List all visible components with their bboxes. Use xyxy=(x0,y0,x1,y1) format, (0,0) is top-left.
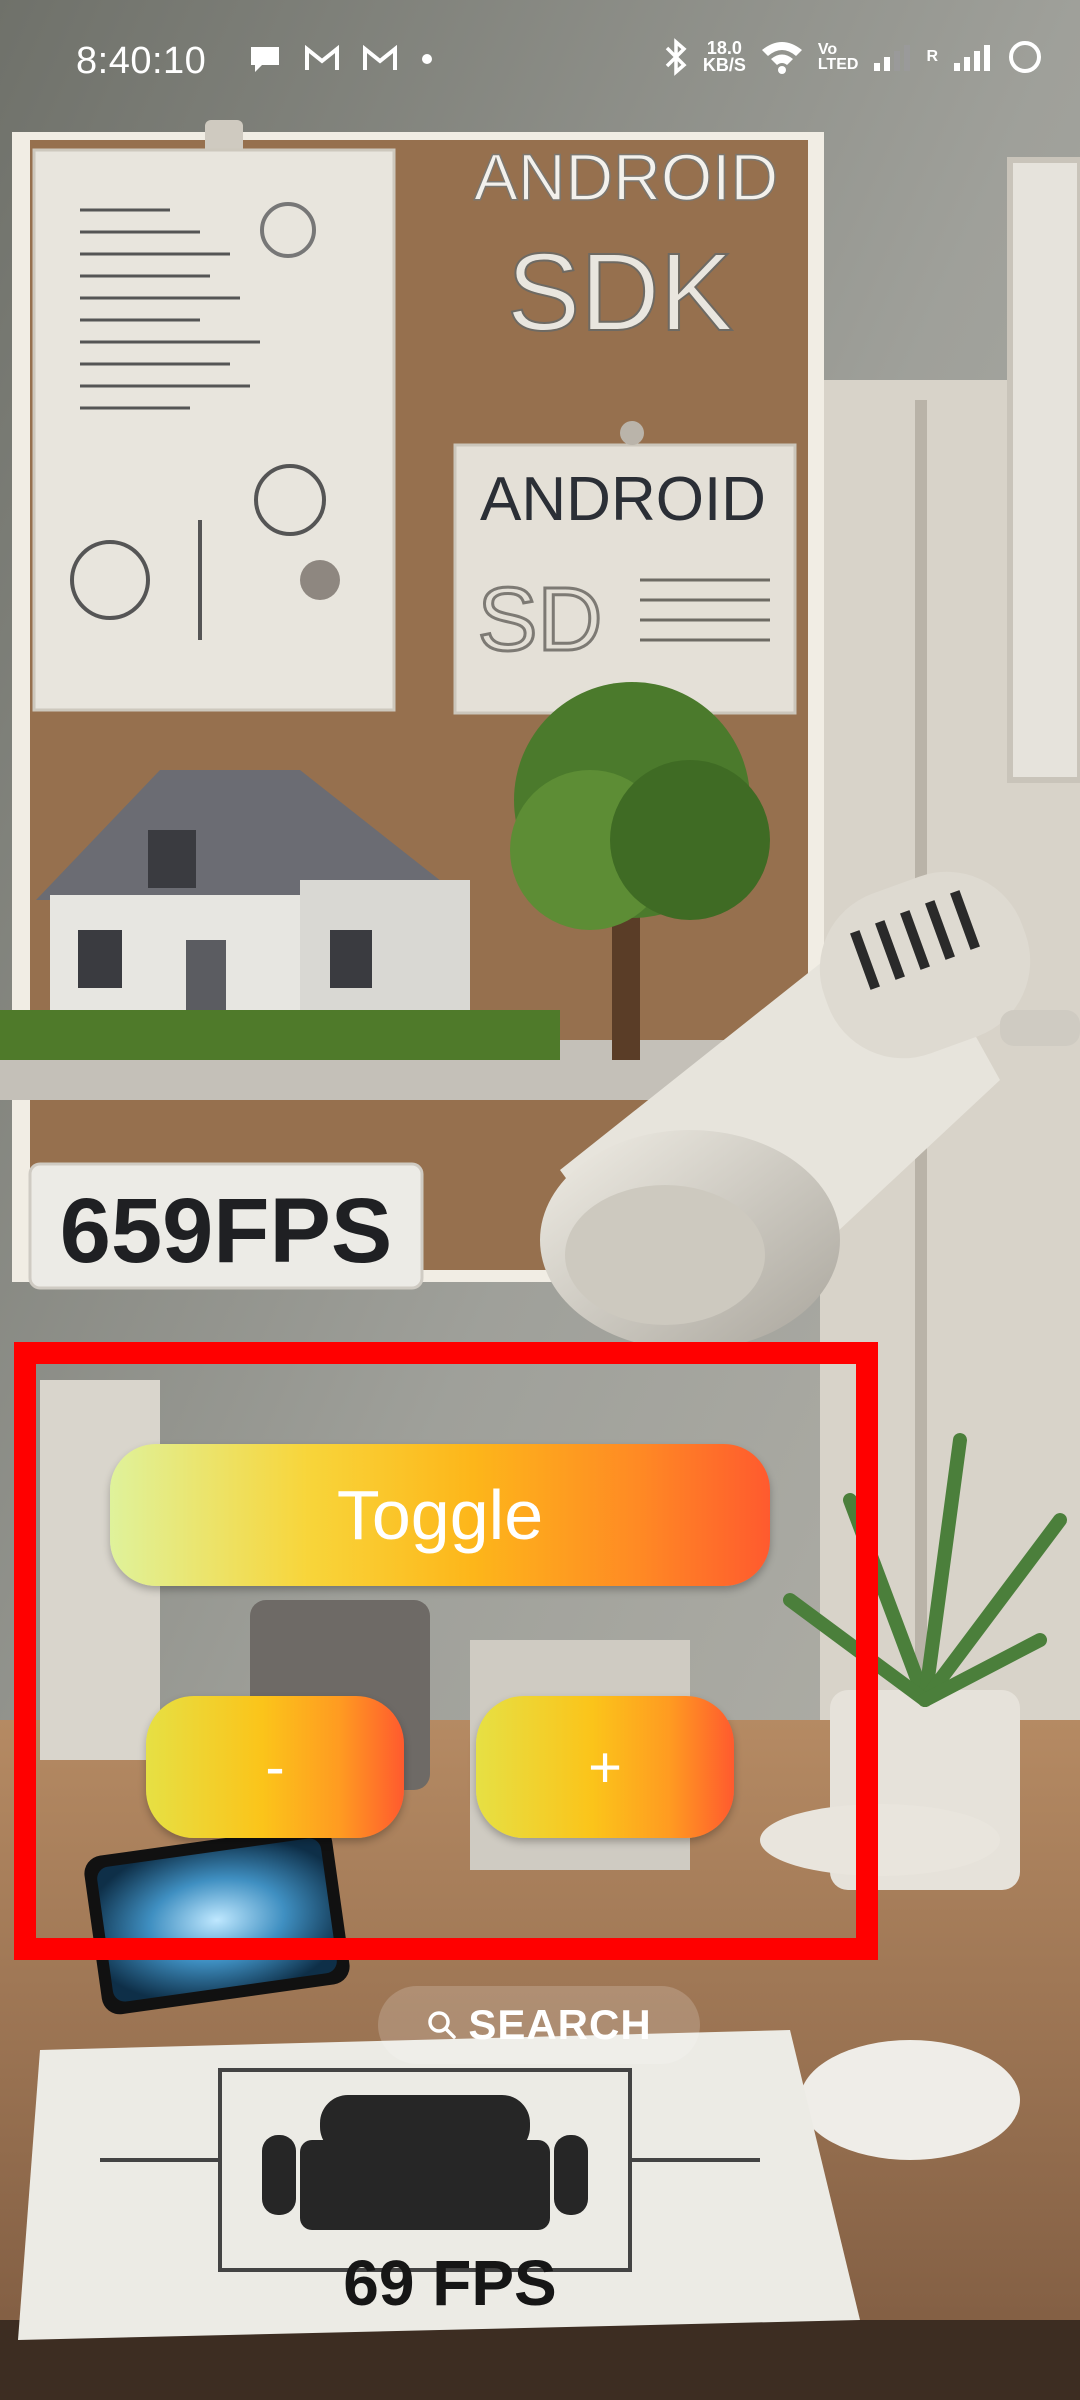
search-button[interactable]: SEARCH xyxy=(378,1986,700,2064)
bluetooth-icon xyxy=(665,38,687,76)
roaming-label: R xyxy=(926,48,938,65)
paper-fps: 69 FPS xyxy=(343,2247,556,2319)
volte-top: Vo xyxy=(817,41,838,58)
signal-sim2-icon xyxy=(954,45,990,71)
toggle-button[interactable]: Toggle xyxy=(110,1444,770,1586)
notification-icons xyxy=(248,44,434,74)
wifi-icon xyxy=(761,42,802,74)
volte-bottom: LTED xyxy=(817,56,859,73)
board-title-top: ANDROID xyxy=(474,140,778,214)
status-time: 8:40:10 xyxy=(76,40,207,82)
highlight-frame xyxy=(14,1342,878,1960)
status-bar: 8:40:10 18.0 KB/S Vo LTED R xyxy=(0,0,1080,120)
poster-title: ANDROID xyxy=(480,465,766,534)
gmail-icon xyxy=(363,45,397,70)
poster-sd: SD xyxy=(477,570,602,670)
plus-button[interactable]: + xyxy=(476,1696,734,1838)
net-speed-unit: KB/S xyxy=(702,55,746,75)
signal-sim1-icon xyxy=(874,45,911,71)
search-label: SEARCH xyxy=(468,2001,652,2048)
search-icon xyxy=(428,2011,457,2039)
fps-sign: 659FPS xyxy=(60,1180,392,1282)
status-right: 18.0 KB/S Vo LTED R xyxy=(663,38,1044,76)
minus-button[interactable]: - xyxy=(146,1696,404,1838)
net-speed: 18.0 KB/S xyxy=(702,39,746,75)
battery-ring-icon xyxy=(1009,41,1041,73)
chat-bubble-icon xyxy=(251,47,279,72)
gmail-icon xyxy=(305,45,339,70)
volte-indicator: Vo LTED xyxy=(817,41,859,73)
dot-icon xyxy=(422,54,432,64)
board-title-bottom: SDK xyxy=(507,231,733,354)
